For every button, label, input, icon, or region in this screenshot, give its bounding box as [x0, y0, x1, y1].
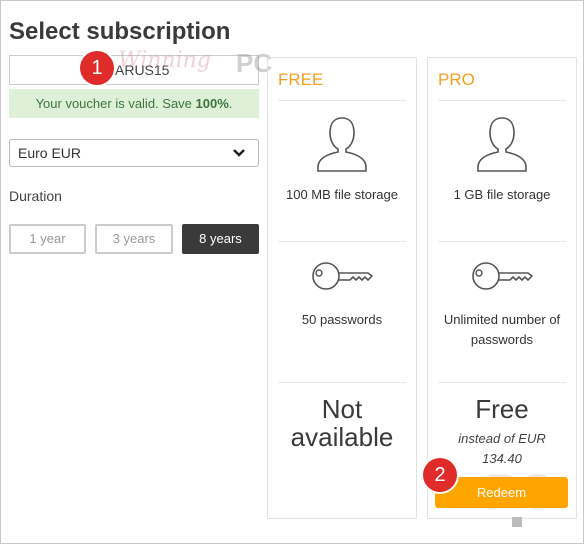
plan-passwords: 50 passwords [301, 312, 383, 327]
voucher-valid-suffix: . [228, 96, 233, 111]
voucher-valid-prefix: Your voucher is valid. Save [35, 96, 196, 111]
divider [438, 382, 566, 383]
voucher-input[interactable]: ARUS15 [9, 55, 259, 85]
duration-1-year-button[interactable]: 1 year [9, 224, 86, 254]
page-title: Select subscription [9, 18, 231, 45]
duration-3-years-button[interactable]: 3 years [95, 224, 173, 254]
duration-8-years-button[interactable]: 8 years [182, 224, 259, 254]
divider [278, 241, 406, 242]
voucher-valid-amount: 100% [195, 96, 229, 111]
step-badge-1: 1 [80, 51, 114, 85]
divider [438, 241, 566, 242]
voucher-valid-message: Your voucher is valid. Save 100%. [9, 89, 259, 118]
plan-price-line-2: available [290, 422, 394, 452]
plan-name: FREE [278, 70, 324, 89]
duration-label: Duration [9, 188, 62, 204]
divider [278, 100, 406, 101]
user-icon [428, 114, 576, 179]
step-badge-2: 2 [423, 458, 457, 492]
resize-handle [512, 517, 522, 527]
currency-select[interactable]: Euro EUR [9, 139, 259, 167]
plan-card-pro: PRO 1 GB file storage Unlimited number o… [427, 57, 577, 519]
plan-storage: 1 GB file storage [453, 187, 551, 202]
divider [278, 382, 406, 383]
key-icon [268, 256, 416, 301]
plan-passwords-line-2: passwords [470, 332, 534, 347]
user-icon [268, 114, 416, 179]
currency-selected: Euro EUR [18, 145, 82, 161]
plan-price: Free [475, 394, 529, 424]
plan-price-line-1: Not [321, 394, 363, 424]
divider [438, 100, 566, 101]
plan-passwords-line-1: Unlimited number of [443, 312, 561, 327]
plan-card-free: FREE 100 MB file storage 50 passwords No… [267, 57, 417, 519]
key-icon [428, 256, 576, 301]
plan-instead-line-1: instead of EUR [458, 431, 546, 446]
plan-storage: 100 MB file storage [285, 187, 398, 202]
plan-name: PRO [438, 70, 475, 89]
chevron-down-icon [232, 140, 246, 174]
